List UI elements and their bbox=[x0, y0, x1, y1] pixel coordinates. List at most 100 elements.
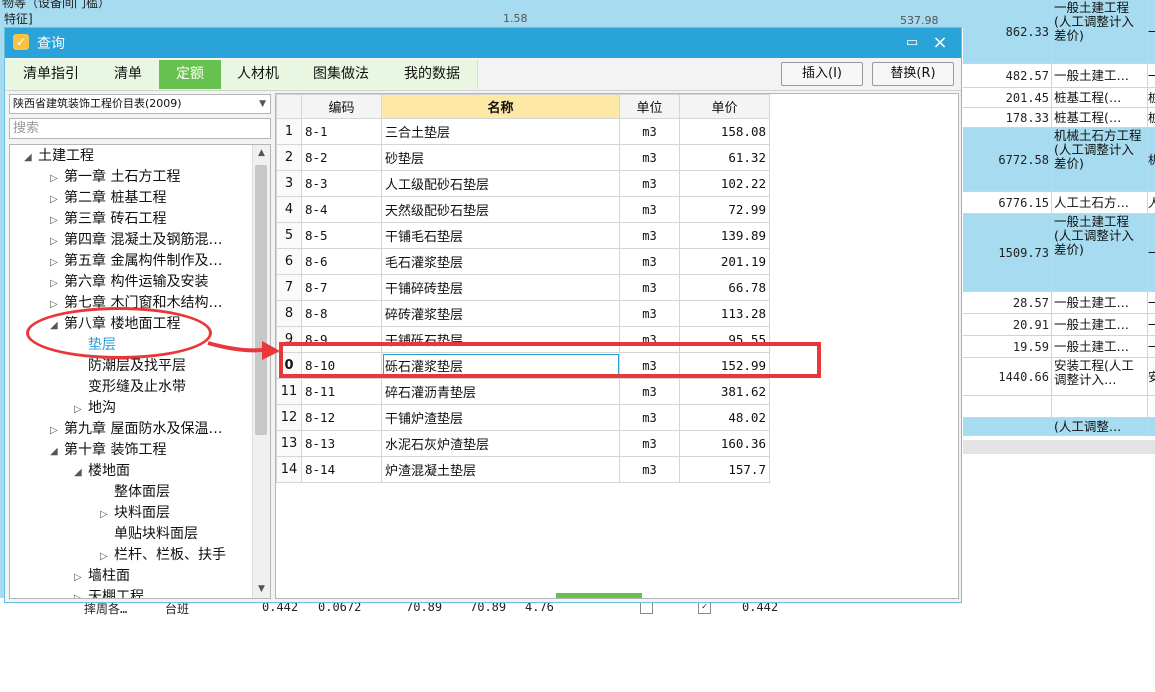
table-row[interactable]: 1 8-1 三合土垫层 m3 158.08 bbox=[276, 118, 770, 145]
quota-code: 8-8 bbox=[301, 300, 382, 327]
bg-amount: 1440.66 bbox=[998, 370, 1049, 384]
background-top-row: 物等（设备间门槛） 特征] 1.58 537.98 bbox=[0, 0, 963, 28]
tree-node-label: 第二章 桩基工程 bbox=[64, 190, 167, 206]
tab-3[interactable]: 定额 bbox=[159, 60, 222, 89]
bg-table-row: (人工调整… bbox=[963, 418, 1155, 436]
insert-button[interactable]: 插入(I) bbox=[781, 62, 863, 86]
quota-unit: m3 bbox=[619, 222, 680, 249]
table-row[interactable]: 4 8-4 天然级配砂石垫层 m3 72.99 bbox=[276, 196, 770, 223]
tree-node[interactable]: 防潮层及找平层 bbox=[88, 356, 186, 377]
row-index: 7 bbox=[276, 274, 302, 301]
column-header[interactable]: 名称 bbox=[381, 94, 620, 119]
collapsed-arrow-icon[interactable]: ▷ bbox=[50, 168, 64, 189]
collapsed-arrow-icon[interactable]: ▷ bbox=[50, 189, 64, 210]
collapsed-arrow-icon[interactable]: ▷ bbox=[50, 273, 64, 294]
tree-node[interactable]: ▷ 第九章 屋面防水及保温… bbox=[50, 419, 222, 440]
collapsed-arrow-icon[interactable]: ▷ bbox=[50, 252, 64, 273]
quota-name: 炉渣混凝土垫层 bbox=[381, 456, 620, 483]
table-row[interactable]: 2 8-2 砂垫层 m3 61.32 bbox=[276, 144, 770, 171]
tab-1[interactable]: 清单指引 bbox=[5, 60, 98, 89]
quota-price: 113.28 bbox=[679, 300, 770, 327]
tab-bar: 清单指引 清单 定额 人材机 图集做法 我的数据 插入(I) 替换(R) bbox=[5, 58, 961, 91]
background-right-table: 862.33一般土建工程(人工调整计入差价)一482.57一般土建工…一201.… bbox=[963, 0, 1155, 492]
row-index: 3 bbox=[276, 170, 302, 197]
table-row[interactable]: 13 8-13 水泥石灰炉渣垫层 m3 160.36 bbox=[276, 430, 770, 457]
tree-node[interactable]: ▷ 墙柱面 bbox=[74, 566, 130, 587]
table-row[interactable]: 12 8-12 干铺炉渣垫层 m3 48.02 bbox=[276, 404, 770, 431]
collapsed-arrow-icon[interactable]: ▷ bbox=[50, 231, 64, 252]
tree-node-label: 第五章 金属构件制作及… bbox=[64, 253, 223, 269]
table-row[interactable]: 5 8-5 干铺毛石垫层 m3 139.89 bbox=[276, 222, 770, 249]
expanded-arrow-icon[interactable]: ◢ bbox=[24, 147, 38, 168]
tree-node-label: 变形缝及止水带 bbox=[88, 379, 186, 395]
collapsed-arrow-icon[interactable]: ▷ bbox=[74, 399, 88, 420]
tree-node[interactable]: ◢ 土建工程 bbox=[24, 146, 94, 167]
table-row[interactable]: 3 8-3 人工级配砂石垫层 m3 102.22 bbox=[276, 170, 770, 197]
bg-number: 1.58 bbox=[503, 12, 528, 25]
scroll-thumb[interactable] bbox=[255, 165, 267, 435]
table-row[interactable]: 8 8-8 碎砖灌浆垫层 m3 113.28 bbox=[276, 300, 770, 327]
table-row[interactable]: 11 8-11 碎石灌沥青垫层 m3 381.62 bbox=[276, 378, 770, 405]
column-header[interactable]: 编码 bbox=[301, 94, 382, 119]
tree-node[interactable]: ▷ 栏杆、栏板、扶手 bbox=[100, 545, 226, 566]
bg-category: 一般土建工… bbox=[1051, 336, 1145, 358]
tab-4[interactable]: 人材机 bbox=[221, 60, 296, 89]
table-row[interactable]: 6 8-6 毛石灌浆垫层 m3 201.19 bbox=[276, 248, 770, 275]
quota-unit: m3 bbox=[619, 170, 680, 197]
tree-node[interactable]: ▷ 第四章 混凝土及钢筋混… bbox=[50, 230, 222, 251]
bg-category: (人工调整… bbox=[1051, 418, 1145, 436]
tree-node-label: 地沟 bbox=[88, 400, 116, 416]
tree-node[interactable]: 变形缝及止水带 bbox=[88, 377, 186, 398]
tree-node[interactable]: ◢ 第十章 装饰工程 bbox=[50, 440, 166, 461]
maximize-icon[interactable]: ▭ bbox=[901, 32, 923, 54]
expanded-arrow-icon[interactable]: ◢ bbox=[50, 441, 64, 462]
database-select[interactable]: 陕西省建筑装饰工程价目表(2009) ▼ bbox=[9, 94, 271, 114]
collapsed-arrow-icon[interactable]: ▷ bbox=[50, 210, 64, 231]
collapsed-arrow-icon[interactable]: ▷ bbox=[50, 420, 64, 441]
bg-extra: 一 bbox=[1147, 0, 1155, 64]
tree-node[interactable]: 单贴块料面层 bbox=[114, 524, 198, 545]
search-input[interactable] bbox=[9, 118, 271, 139]
tree-node[interactable]: ▷ 第六章 构件运输及安装 bbox=[50, 272, 208, 293]
splitter-handle[interactable] bbox=[556, 593, 642, 598]
quota-price: 48.02 bbox=[679, 404, 770, 431]
tree-node[interactable]: ◢ 楼地面 bbox=[74, 461, 130, 482]
tree-node[interactable]: ▷ 天棚工程 bbox=[74, 587, 144, 598]
tab-2[interactable]: 清单 bbox=[97, 60, 160, 89]
quota-code: 8-4 bbox=[301, 196, 382, 223]
column-header[interactable]: 单价 bbox=[679, 94, 770, 119]
collapsed-arrow-icon[interactable]: ▷ bbox=[100, 546, 114, 567]
table-row[interactable]: 7 8-7 干铺碎砖垫层 m3 66.78 bbox=[276, 274, 770, 301]
tree-node[interactable]: ▷ 第五章 金属构件制作及… bbox=[50, 251, 222, 272]
tree-node[interactable]: ▷ 第三章 砖石工程 bbox=[50, 209, 166, 230]
tab-5[interactable]: 图集做法 bbox=[295, 60, 388, 89]
quota-code: 8-14 bbox=[301, 456, 382, 483]
tree-node-label: 楼地面 bbox=[88, 463, 130, 479]
replace-button[interactable]: 替换(R) bbox=[872, 62, 954, 86]
column-header[interactable]: 单位 bbox=[619, 94, 680, 119]
tree-node[interactable]: 整体面层 bbox=[114, 482, 170, 503]
tree-node[interactable]: ▷ 第一章 土石方工程 bbox=[50, 167, 180, 188]
tree-node[interactable]: ▷ 第二章 桩基工程 bbox=[50, 188, 166, 209]
tree-scrollbar[interactable]: ▲ ▼ bbox=[252, 145, 270, 598]
tab-6[interactable]: 我的数据 bbox=[387, 60, 478, 89]
collapsed-arrow-icon[interactable]: ▷ bbox=[100, 504, 114, 525]
row-index: 2 bbox=[276, 144, 302, 171]
quota-unit: m3 bbox=[619, 456, 680, 483]
scroll-down-icon[interactable]: ▼ bbox=[253, 581, 270, 598]
expanded-arrow-icon[interactable]: ◢ bbox=[74, 462, 88, 483]
bg-extra bbox=[1147, 418, 1155, 436]
quota-code: 8-13 bbox=[301, 430, 382, 457]
dialog-titlebar[interactable]: ✓ 查询 ▭ × bbox=[5, 28, 961, 58]
collapsed-arrow-icon[interactable]: ▷ bbox=[74, 588, 88, 598]
collapsed-arrow-icon[interactable]: ▷ bbox=[74, 567, 88, 588]
tree-node[interactable]: ▷ 地沟 bbox=[74, 398, 116, 419]
tree-node[interactable]: ▷ 块料面层 bbox=[100, 503, 170, 524]
quota-price: 102.22 bbox=[679, 170, 770, 197]
close-icon[interactable]: × bbox=[929, 32, 951, 54]
tree-node-label: 第四章 混凝土及钢筋混… bbox=[64, 232, 223, 248]
scroll-up-icon[interactable]: ▲ bbox=[253, 145, 270, 162]
bg-amount: 20.91 bbox=[1012, 318, 1049, 332]
bg-amount: 6772.58 bbox=[998, 153, 1049, 167]
table-row[interactable]: 14 8-14 炉渣混凝土垫层 m3 157.7 bbox=[276, 456, 770, 483]
